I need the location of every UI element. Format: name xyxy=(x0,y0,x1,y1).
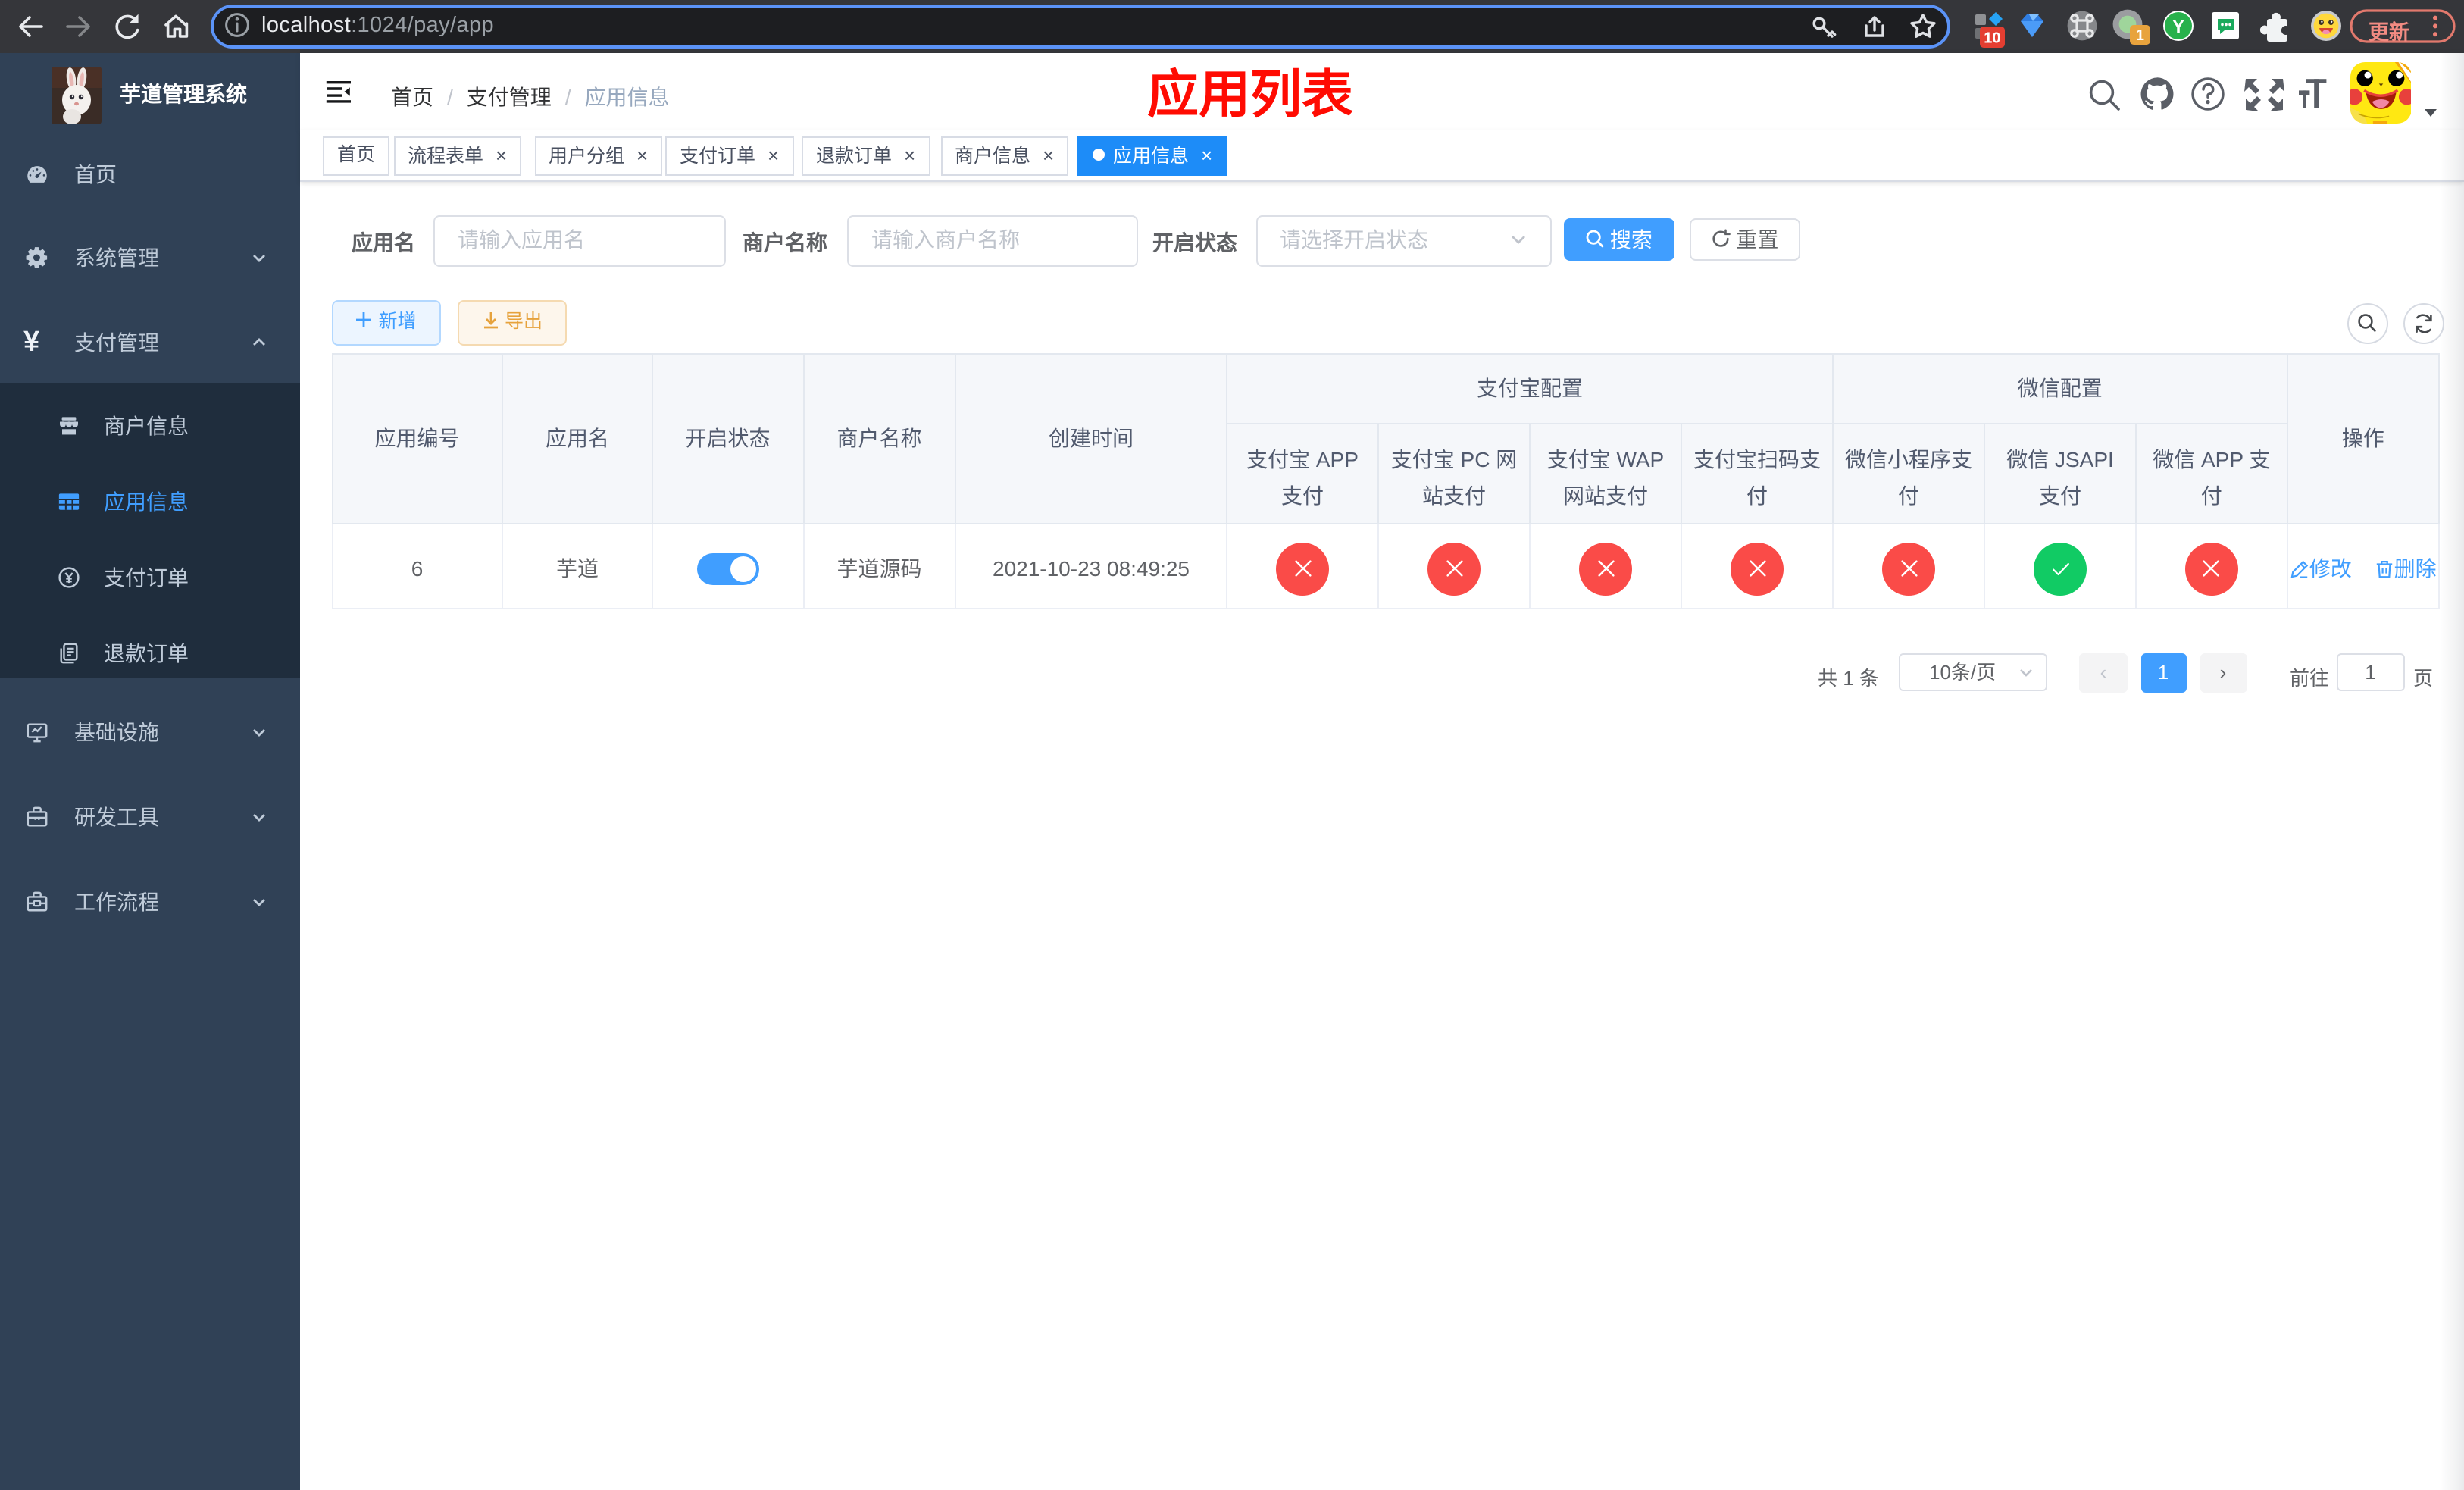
svg-text:1: 1 xyxy=(2136,27,2144,44)
svg-text:10: 10 xyxy=(1984,30,2000,46)
svg-text:Y: Y xyxy=(2172,17,2184,37)
